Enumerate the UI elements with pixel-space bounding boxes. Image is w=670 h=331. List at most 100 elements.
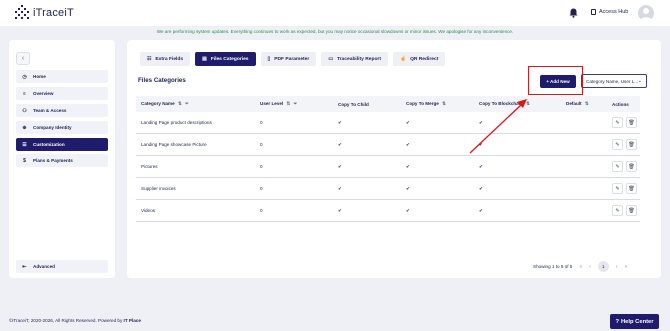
prev-page-icon[interactable]: ‹: [589, 264, 591, 270]
dollar-icon: $: [23, 157, 26, 164]
pointer-icon: ☝: [399, 57, 407, 62]
brand-logo[interactable]: iTraceiT: [14, 5, 74, 21]
check-icon: ✔: [406, 119, 410, 125]
add-new-highlight-box: [528, 66, 583, 95]
header-copy-to-child: Copy To Child: [338, 102, 406, 107]
sidebar-item-customization[interactable]: ☰ Customization: [16, 138, 108, 151]
help-center-button[interactable]: ? Help Center: [610, 314, 659, 329]
cell-category-name: Supplier invoices: [141, 186, 176, 191]
filter-icon[interactable]: ⏷: [185, 101, 189, 106]
sidebar-collapse-button[interactable]: ‹: [16, 52, 30, 65]
sidebar-item-overview[interactable]: ≡ Overview: [16, 87, 108, 100]
sort-icon[interactable]: ⇅: [442, 101, 446, 106]
edit-icon[interactable]: ✎: [612, 161, 623, 172]
footer-copyright: ©iTraceiT, 2020-2026, All Rights Reserve…: [9, 318, 123, 323]
column-select-dropdown[interactable]: Category Name, User L... ⌄: [581, 74, 647, 88]
sidebar-item-label: Plans & Payments: [33, 158, 73, 163]
tab-files-categories[interactable]: ▤ Files Categories: [195, 52, 256, 66]
cell-user-level: 0: [260, 208, 263, 213]
delete-icon[interactable]: 🗑: [626, 183, 637, 194]
page-number-current[interactable]: 1: [597, 261, 609, 272]
table-row: Landing Page showcase Picture 0 ✔ ✔ ✔ ✎ …: [136, 134, 640, 156]
clock-icon: ◷: [22, 73, 27, 80]
header-label: Actions: [612, 101, 629, 107]
access-hub-link[interactable]: Access Hub: [591, 9, 628, 15]
cell-user-level: 0: [260, 142, 263, 147]
header-default[interactable]: Default ⇅: [566, 101, 612, 107]
page-title: Files Categories: [138, 77, 186, 84]
edit-icon[interactable]: ✎: [612, 205, 623, 216]
delete-icon[interactable]: 🗑: [626, 205, 637, 216]
sort-icon[interactable]: ⇅: [287, 101, 291, 106]
header-label: Category Name: [141, 101, 175, 106]
cell-user-level: 0: [260, 120, 263, 125]
check-icon: ✔: [406, 207, 410, 213]
files-categories-table: Category Name ⇅ ⏷ User Level ⇅ ⏷ Copy To…: [136, 96, 640, 222]
list-icon: ≡: [23, 90, 26, 97]
cell-user-level: 0: [260, 164, 263, 169]
delete-icon[interactable]: 🗑: [626, 139, 637, 150]
sidebar-item-label: Advanced: [33, 264, 55, 269]
cell-actions: ✎ 🗑: [612, 139, 640, 150]
tab-qr-redirect[interactable]: ☝ QR Redirect: [392, 52, 446, 66]
user-avatar[interactable]: [638, 5, 654, 21]
sidebar-item-label: Team & Access: [33, 108, 67, 113]
edit-icon[interactable]: ✎: [612, 139, 623, 150]
sort-icon[interactable]: ⇅: [526, 101, 530, 106]
sidebar-item-label: Home: [33, 74, 46, 79]
tab-extra-fields[interactable]: ☷ Extra Fields: [140, 52, 191, 66]
cell-actions: ✎ 🗑: [612, 205, 640, 216]
edit-icon[interactable]: ✎: [612, 117, 623, 128]
cell-category-name: Landing Page showcase Picture: [141, 142, 207, 147]
sidebar-item-advanced[interactable]: ⇤ Advanced: [16, 260, 108, 273]
table-row: Supplier invoices 0 ✔ ✔ ✔ ✎ 🗑: [136, 178, 640, 200]
check-icon: ✔: [406, 185, 410, 191]
sidebar-item-company-identity[interactable]: ⊕ Company Identity: [16, 121, 108, 134]
file-icon: ▯: [267, 57, 271, 62]
logo-icon: [15, 5, 29, 19]
cell-category-name: Pictures: [141, 164, 158, 169]
delete-icon[interactable]: 🗑: [626, 161, 637, 172]
check-icon: ✔: [479, 119, 483, 125]
filter-icon[interactable]: ⏷: [294, 101, 298, 106]
delete-icon[interactable]: 🗑: [626, 117, 637, 128]
first-page-icon[interactable]: «: [579, 264, 582, 270]
check-icon: ✔: [406, 141, 410, 147]
check-icon: ✔: [479, 207, 483, 213]
check-icon: ✔: [338, 141, 342, 147]
header-category-name[interactable]: Category Name ⇅ ⏷: [136, 101, 260, 107]
check-icon: ✔: [406, 163, 410, 169]
cell-user-level: 0: [260, 186, 263, 191]
notification-bell-icon[interactable]: [569, 8, 578, 18]
check-icon: ✔: [338, 207, 342, 213]
sliders-icon: ☰: [22, 141, 27, 148]
footer-powered-link[interactable]: IT Place: [124, 318, 141, 323]
main-panel: ☷ Extra Fields ▤ Files Categories ▯ PDF …: [127, 40, 661, 278]
header-label: Copy To Blockchain: [479, 101, 523, 106]
column-select-value: Category Name, User L...: [586, 78, 639, 84]
tab-traceability-report[interactable]: ▭ Traceability Report: [321, 52, 388, 66]
header-copy-to-blockchain[interactable]: Copy To Blockchain ⇅: [479, 101, 566, 107]
sidebar-item-team-access[interactable]: ⚇ Team & Access: [16, 104, 108, 117]
table-row: Landing Page product descriptions 0 ✔ ✔ …: [136, 112, 640, 134]
check-icon: ✔: [338, 163, 342, 169]
sort-icon[interactable]: ⇅: [585, 101, 589, 106]
header-label: Copy To Merge: [406, 101, 439, 106]
header-copy-to-merge[interactable]: Copy To Merge ⇅: [406, 101, 479, 107]
brand-name: iTraceiT: [33, 7, 74, 19]
next-page-icon[interactable]: ›: [616, 264, 618, 270]
check-icon: ✔: [479, 163, 483, 169]
pagination-summary: Showing 1 to 5 of 5: [533, 264, 573, 269]
sidebar-item-plans-payments[interactable]: $ Plans & Payments: [16, 154, 108, 167]
header-actions: Actions: [612, 102, 640, 107]
globe-icon: ⊕: [22, 124, 27, 131]
tab-pdf-parameter[interactable]: ▯ PDF Parameter: [260, 52, 317, 66]
sort-icon[interactable]: ⇅: [178, 101, 182, 106]
last-page-icon[interactable]: »: [624, 264, 627, 270]
tab-label: Extra Fields: [155, 56, 184, 62]
tab-label: Traceability Report: [336, 56, 381, 62]
header-user-level[interactable]: User Level ⇅ ⏷: [260, 101, 338, 107]
edit-icon[interactable]: ✎: [612, 183, 623, 194]
sidebar-item-label: Company Identity: [33, 125, 72, 130]
sidebar-item-home[interactable]: ◷ Home: [16, 70, 108, 83]
